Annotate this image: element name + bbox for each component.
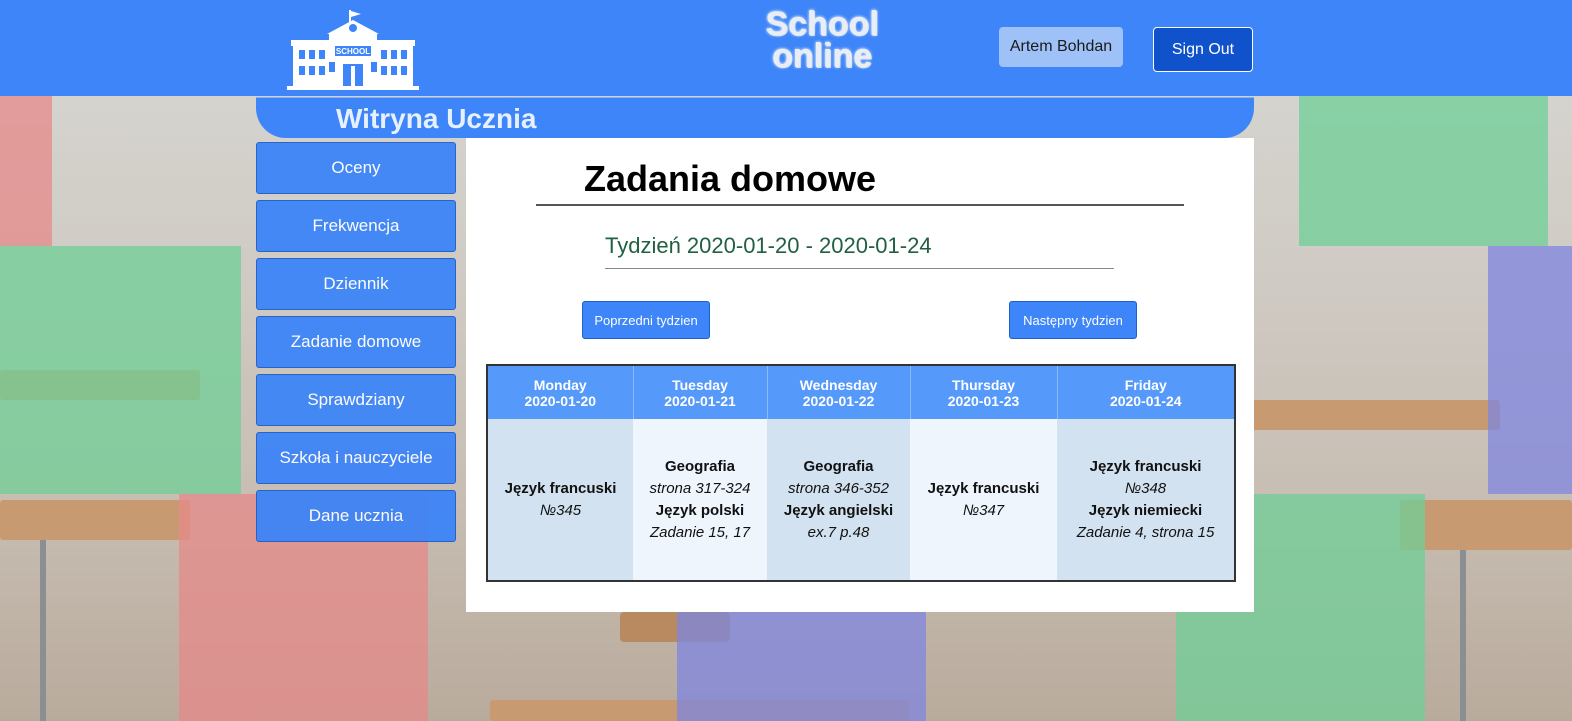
table-header-cell: Friday 2020-01-24 (1057, 365, 1236, 419)
homework-subject: Język francuski (927, 479, 1040, 497)
homework-table: Monday 2020-01-20 Tuesday 2020-01-21 Wedne… (486, 364, 1236, 582)
homework-subject: Język angielski (783, 501, 894, 519)
homework-subject: Geografia (803, 457, 874, 475)
title-divider (536, 204, 1184, 206)
school-building-logo[interactable]: SCHOOL (287, 10, 419, 90)
portal-title: Witryna Ucznia (336, 103, 537, 134)
homework-subject: Język polski (655, 501, 745, 519)
homework-task: strona 346-352 (788, 479, 889, 497)
homework-subject: Geografia (664, 457, 736, 475)
table-cell-wednesday: Geografia strona 346-352 Język angielski… (767, 419, 910, 581)
homework-task: Zadanie 15, 17 (649, 523, 751, 541)
week-divider (605, 268, 1114, 269)
sidebar-item-sprawdziany[interactable]: Sprawdziany (256, 374, 456, 426)
week-range-label: Tydzień 2020-01-20 - 2020-01-24 (605, 233, 932, 258)
homework-subject: Język francuski (1089, 457, 1202, 475)
homework-task: ex.7 p.48 (807, 523, 870, 541)
user-name-button[interactable]: Artem Bohdan (999, 27, 1123, 67)
table-header-cell: Tuesday 2020-01-21 (633, 365, 768, 419)
homework-subject: Język francuski (504, 479, 617, 497)
homework-panel: Zadania domowe Tydzień 2020-01-20 - 2020… (466, 138, 1254, 612)
table-cell-thursday: Język francuski №347 (910, 419, 1057, 581)
homework-task: strona 317-324 (649, 479, 751, 497)
svg-text:SCHOOL: SCHOOL (336, 47, 370, 56)
sidebar-item-oceny[interactable]: Oceny (256, 142, 456, 194)
homework-task: №345 (539, 501, 582, 519)
previous-week-button[interactable]: Poprzedni tydzien (582, 301, 710, 339)
sidebar-item-frekwencja[interactable]: Frekwencja (256, 200, 456, 252)
homework-task: №347 (962, 501, 1005, 519)
table-header-cell: Thursday 2020-01-23 (910, 365, 1058, 419)
brand-wordmark: School online (752, 5, 892, 75)
sidebar-item-dane-ucznia[interactable]: Dane ucznia (256, 490, 456, 542)
top-header: SCHOOL School online Artem Bohdan Sign O… (0, 0, 1572, 96)
homework-task: №348 (1124, 479, 1167, 497)
homework-subject: Język niemiecki (1088, 501, 1203, 519)
page-title: Zadania domowe (584, 158, 877, 199)
table-header-cell: Wednesday 2020-01-22 (767, 365, 911, 419)
table-cell-tuesday: Geografia strona 317-324 Język polski Za… (633, 419, 767, 581)
sidebar-item-zadanie-domowe[interactable]: Zadanie domowe (256, 316, 456, 368)
next-week-button[interactable]: Następny tydzien (1009, 301, 1137, 339)
table-header-row: Monday 2020-01-20 Tuesday 2020-01-21 Wedne… (487, 365, 1236, 419)
sidebar-item-dziennik[interactable]: Dziennik (256, 258, 456, 310)
table-row: Język francuski №345 Geografia strona 31… (487, 419, 1235, 581)
portal-title-bar: Witryna Ucznia (256, 97, 1254, 138)
sidebar-item-szkola-i-nauczyciele[interactable]: Szkoła i nauczyciele (256, 432, 456, 484)
homework-task: Zadanie 4, strona 15 (1076, 523, 1215, 541)
table-cell-friday: Język francuski №348 Język niemiecki Zad… (1057, 419, 1235, 581)
sign-out-button[interactable]: Sign Out (1153, 27, 1253, 72)
sidebar-nav: Oceny Frekwencja Dziennik Zadanie domowe… (256, 142, 456, 548)
brand-line-online: online (771, 37, 873, 75)
table-header-cell: Monday 2020-01-20 (487, 365, 634, 419)
brand-line-school: School (765, 5, 879, 43)
table-cell-monday: Język francuski №345 (487, 419, 633, 581)
